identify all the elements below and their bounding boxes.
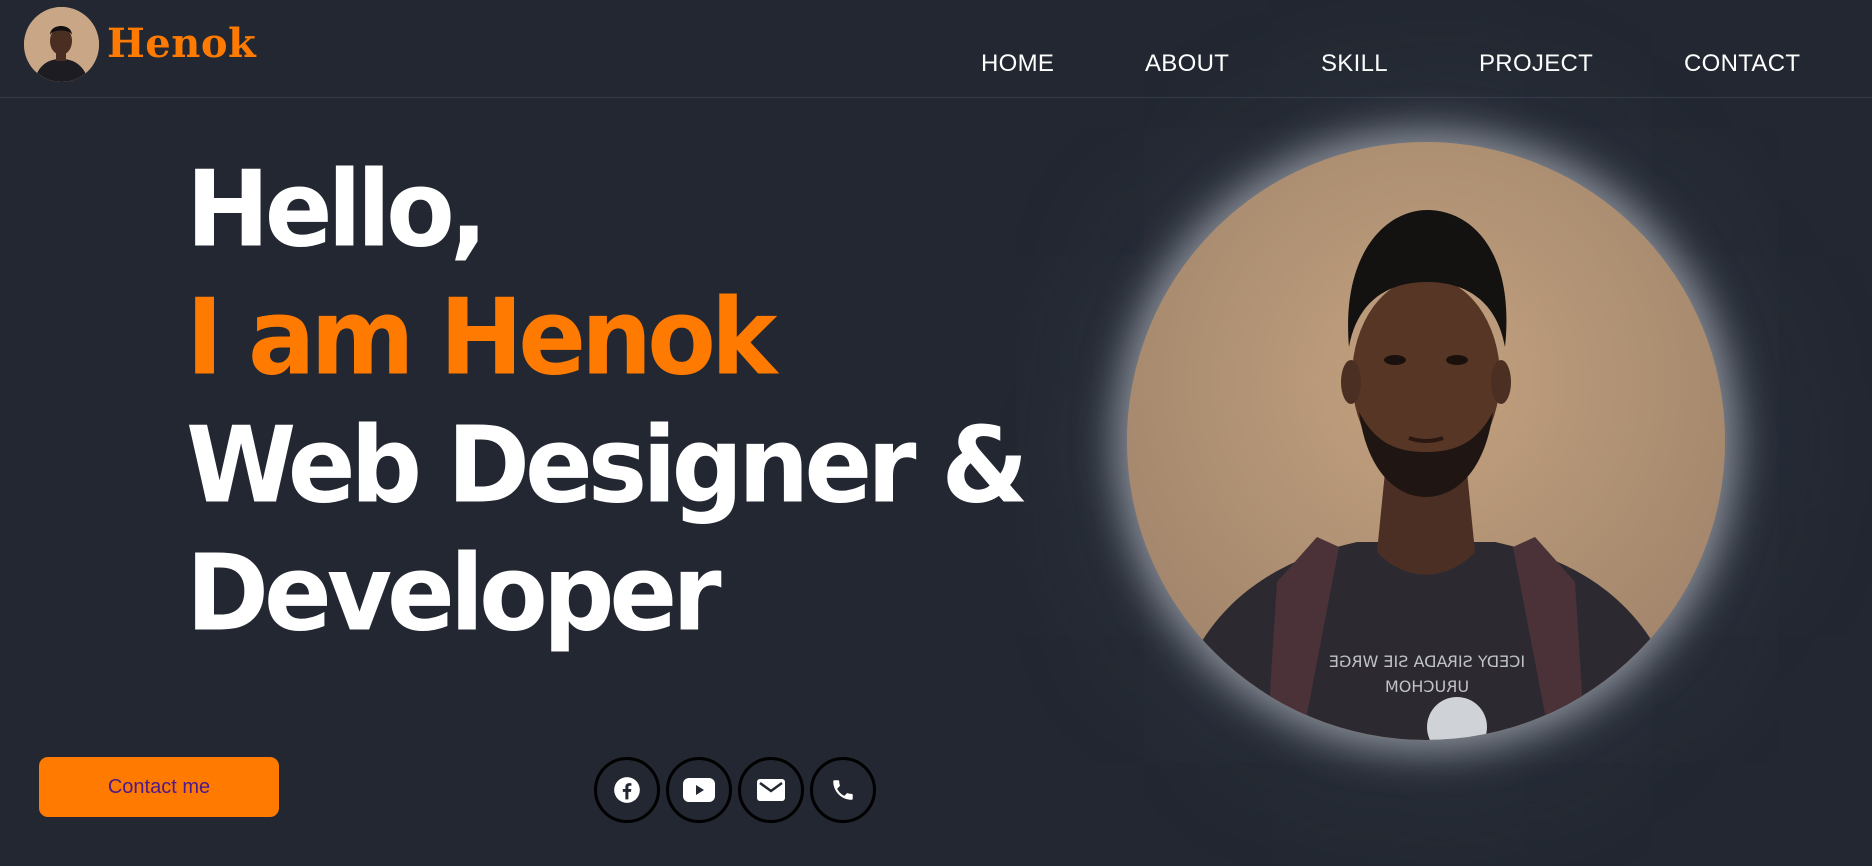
nav-skill[interactable]: SKILL [1321, 50, 1388, 78]
facebook-icon [614, 777, 640, 803]
hero-role: Web Designer & [186, 404, 1029, 527]
hero-role-cont: Developer [186, 532, 722, 655]
site-header: Henok HOME ABOUT SKILL PROJECT CONTACT [0, 0, 1872, 98]
contact-me-button[interactable]: Contact me [39, 757, 279, 817]
nav-home[interactable]: HOME [981, 50, 1054, 78]
brand-name[interactable]: Henok [107, 20, 256, 67]
nav-about[interactable]: ABOUT [1145, 50, 1229, 78]
youtube-icon [683, 778, 715, 802]
nav-project[interactable]: PROJECT [1479, 50, 1593, 78]
facebook-link[interactable] [594, 757, 660, 823]
phone-link[interactable] [810, 757, 876, 823]
logo-avatar[interactable] [24, 7, 99, 82]
portfolio-page: Henok HOME ABOUT SKILL PROJECT CONTACT H… [0, 0, 1872, 866]
nav-contact[interactable]: CONTACT [1684, 50, 1800, 78]
youtube-link[interactable] [666, 757, 732, 823]
email-link[interactable] [738, 757, 804, 823]
phone-icon [833, 780, 853, 800]
svg-text:URUCHOM: URUCHOM [1385, 677, 1469, 696]
hero-greeting: Hello, [186, 148, 488, 271]
profile-portrait: ICEDY SIRADA SIE WRGE URUCHOM [1127, 142, 1725, 740]
mail-icon [757, 779, 785, 801]
svg-text:ICEDY SIRADA SIE WRGE: ICEDY SIRADA SIE WRGE [1329, 652, 1525, 671]
hero-name: I am Henok [186, 276, 777, 399]
